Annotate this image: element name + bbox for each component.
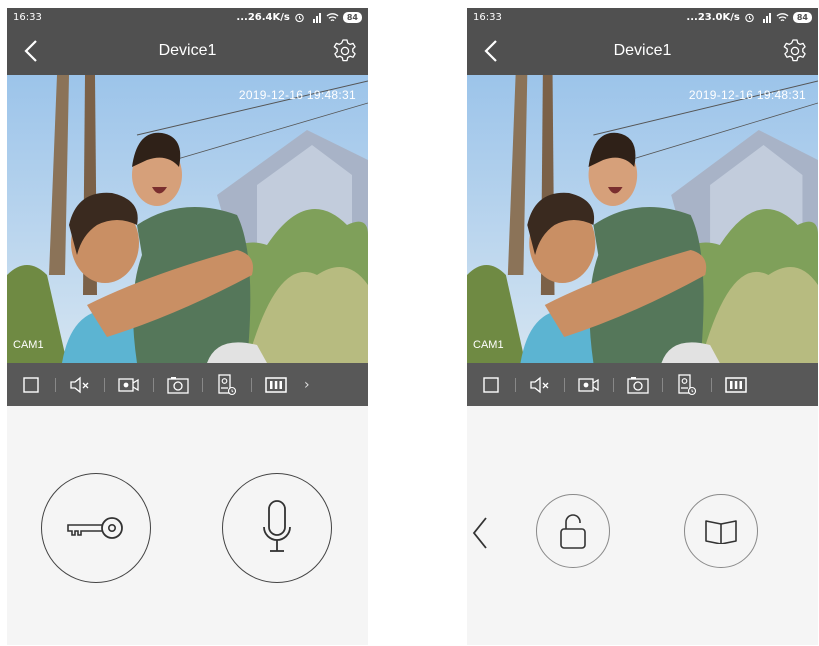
video-frame-image [7, 75, 368, 363]
camera-snapshot-icon [167, 376, 189, 394]
mute-button[interactable] [516, 363, 564, 406]
wifi-icon [776, 13, 789, 22]
padlock-open-icon [560, 514, 586, 549]
snapshot-button[interactable] [154, 363, 202, 406]
video-frame-image [467, 75, 818, 363]
page-title: Device1 [613, 42, 672, 59]
toolbar-more-arrow-icon[interactable]: › [304, 377, 310, 393]
video-timestamp: 2019-12-16 19:48:31 [238, 88, 356, 102]
quality-button[interactable] [712, 363, 760, 406]
stream-quality-icon [265, 376, 287, 393]
camera-label: CAM1 [473, 339, 504, 351]
video-toolbar: › [7, 363, 368, 406]
playback-button[interactable] [203, 363, 251, 406]
battery-indicator: 84 [792, 12, 812, 23]
wifi-icon [326, 13, 339, 22]
status-time: 16:33 [473, 12, 502, 23]
microphone-icon [263, 500, 291, 552]
open-lock-button[interactable] [536, 494, 610, 568]
network-speed: ...23.0K/s [686, 12, 740, 23]
video-record-icon [578, 377, 599, 392]
settings-gear-icon[interactable] [332, 38, 358, 64]
network-speed: ...26.4K/s [236, 12, 290, 23]
open-book-icon [705, 520, 737, 544]
alarm-icon [295, 13, 304, 23]
previous-page-arrow-icon[interactable] [469, 514, 491, 552]
signal-icon [312, 13, 321, 23]
microphone-button[interactable] [222, 473, 332, 583]
stream-quality-icon [725, 376, 747, 393]
live-video-view[interactable]: 2019-12-16 19:48:31 CAM1 [7, 75, 368, 363]
status-time: 16:33 [13, 12, 42, 23]
settings-gear-icon[interactable] [782, 38, 808, 64]
back-icon[interactable] [19, 38, 45, 64]
speaker-mute-icon [70, 376, 89, 393]
video-timestamp: 2019-12-16 19:48:31 [688, 88, 806, 102]
snapshot-button[interactable] [614, 363, 662, 406]
status-bar: 16:33 ...26.4K/s 84 [7, 8, 368, 27]
record-button[interactable] [565, 363, 613, 406]
signal-icon [762, 13, 771, 23]
quality-button[interactable] [252, 363, 300, 406]
record-button[interactable] [105, 363, 153, 406]
camera-label: CAM1 [13, 339, 44, 351]
title-bar: Device1 [467, 27, 818, 75]
video-record-icon [118, 377, 139, 392]
title-bar: Device1 [7, 27, 368, 75]
playback-clock-icon [218, 373, 237, 395]
book-button[interactable] [684, 494, 758, 568]
video-toolbar [467, 363, 818, 406]
control-panel [7, 406, 368, 645]
stop-icon [483, 376, 499, 393]
stop-button[interactable] [467, 363, 515, 406]
phone-screen-right: 16:33 ...23.0K/s 84 Device1 2019-12-16 1… [467, 8, 818, 645]
phone-screen-left: 16:33 ...26.4K/s 84 Device1 2019-12-16 1… [7, 8, 368, 645]
speaker-mute-icon [530, 376, 549, 393]
stop-icon [23, 376, 39, 393]
mute-button[interactable] [56, 363, 104, 406]
control-panel [467, 406, 818, 645]
alarm-icon [745, 13, 754, 23]
back-icon[interactable] [479, 38, 505, 64]
playback-button[interactable] [663, 363, 711, 406]
playback-clock-icon [678, 373, 697, 395]
status-bar: 16:33 ...23.0K/s 84 [467, 8, 818, 27]
camera-snapshot-icon [627, 376, 649, 394]
page-title: Device1 [158, 42, 217, 59]
unlock-key-button[interactable] [41, 473, 151, 583]
live-video-view[interactable]: 2019-12-16 19:48:31 CAM1 [467, 75, 818, 363]
stop-button[interactable] [7, 363, 55, 406]
battery-indicator: 84 [342, 12, 362, 23]
key-icon [67, 517, 123, 539]
